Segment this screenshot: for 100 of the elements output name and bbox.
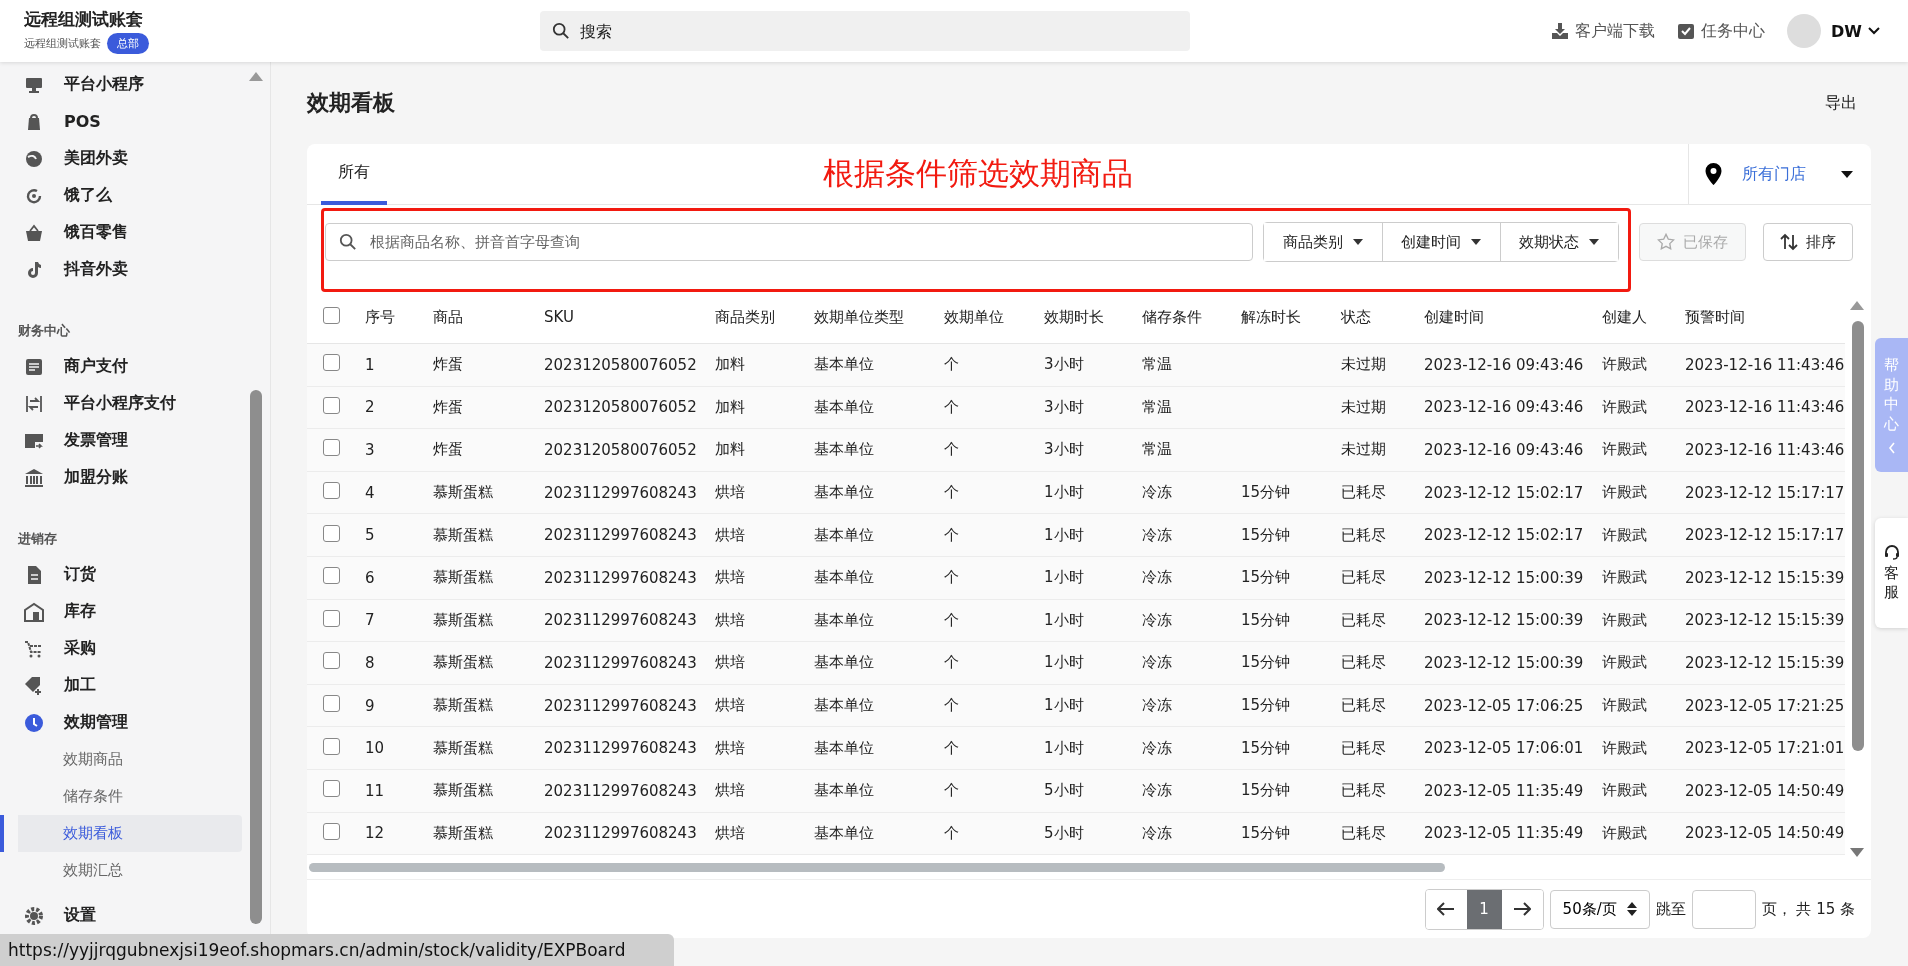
checkbox[interactable] bbox=[323, 354, 340, 372]
checkbox[interactable] bbox=[323, 567, 340, 585]
checkbox[interactable] bbox=[323, 652, 340, 670]
table-cell-text: 许殿武 bbox=[1602, 397, 1648, 417]
table-cell-text: 15分钟 bbox=[1241, 696, 1292, 716]
task-center-link[interactable]: 任务中心 bbox=[1677, 20, 1766, 42]
customer-service-tab[interactable]: 客服 bbox=[1875, 518, 1908, 628]
checkbox[interactable] bbox=[323, 524, 340, 542]
checklist-icon bbox=[1677, 22, 1696, 40]
page-size-select[interactable]: 50条/页 bbox=[1549, 889, 1650, 929]
tag-icon bbox=[24, 675, 44, 696]
table-cell-text: 11 bbox=[365, 781, 386, 800]
table-cell-text: 冷冻 bbox=[1142, 823, 1173, 843]
product-search-field[interactable]: 根据商品名称、拼音首字母查询 bbox=[325, 223, 1253, 261]
table-cell-text: 个 bbox=[944, 781, 960, 801]
sidebar-item[interactable]: 加盟分账 bbox=[18, 459, 250, 496]
sidebar-subitem[interactable]: 效期看板 bbox=[0, 815, 242, 852]
table-cell-text: 未过期 bbox=[1341, 440, 1387, 460]
sidebar-item[interactable]: 效期管理 bbox=[18, 704, 250, 741]
table-cell-text: 烘培 bbox=[715, 568, 746, 588]
export-link[interactable]: 导出 bbox=[1825, 92, 1857, 114]
table-cell-text: 基本单位 bbox=[814, 653, 875, 673]
checkbox[interactable] bbox=[323, 609, 340, 627]
column-header: 效期时长 bbox=[1044, 307, 1105, 327]
column-header: 创建人 bbox=[1602, 307, 1648, 327]
sidebar-item[interactable]: 平台小程序 bbox=[18, 66, 250, 103]
sidebar-item[interactable]: 商户支付 bbox=[18, 348, 250, 385]
table-cell: 2023-12-12 15:15:39 bbox=[1685, 653, 1845, 672]
chevron-down-icon bbox=[1868, 27, 1880, 35]
column-header: SKU bbox=[544, 308, 575, 326]
sidebar-subitem[interactable]: 效期商品 bbox=[0, 741, 242, 778]
table-cell: 2023-12-05 14:50:49 bbox=[1685, 824, 1845, 843]
table-cell-text: 个 bbox=[944, 483, 960, 503]
sidebar-item[interactable]: 加工 bbox=[18, 667, 250, 704]
tab[interactable]: 所有 bbox=[321, 144, 387, 205]
sidebar-item[interactable]: 采购 bbox=[18, 630, 250, 667]
table-cell-text: 慕斯蛋糕 bbox=[433, 568, 494, 588]
table-cell-text: 冷冻 bbox=[1142, 525, 1173, 545]
sidebar-item[interactable]: 抖音外卖 bbox=[18, 251, 250, 288]
table-cell-text: 许殿武 bbox=[1602, 781, 1648, 801]
page-button[interactable]: 1 bbox=[1466, 889, 1502, 929]
table-cell-text: 2023-12-16 09:43:46 bbox=[1424, 355, 1585, 374]
sidebar-item[interactable]: 美团外卖 bbox=[18, 140, 250, 177]
column-header: 效期单位 bbox=[944, 307, 1005, 327]
sidebar-item[interactable]: 订货 bbox=[18, 556, 250, 593]
checkbox[interactable] bbox=[323, 396, 340, 414]
annotation-text: 根据条件筛选效期商品 bbox=[821, 154, 1134, 193]
table-cell-text: 1小时 bbox=[1044, 610, 1085, 630]
store-selector[interactable]: 所有门店 bbox=[1688, 144, 1871, 204]
table-cell-text: 许殿武 bbox=[1602, 483, 1648, 503]
table-cell-text: 常温 bbox=[1142, 355, 1173, 375]
checkbox[interactable] bbox=[323, 439, 340, 457]
checkbox[interactable] bbox=[323, 482, 340, 500]
table-cell-text: 已耗尽 bbox=[1341, 781, 1387, 801]
sort-button[interactable]: 排序 bbox=[1763, 223, 1853, 261]
table-cell-text: 3小时 bbox=[1044, 355, 1085, 375]
table-cell-text: 基本单位 bbox=[814, 440, 875, 460]
table-cell-text: 2023-12-12 15:00:39 bbox=[1424, 611, 1585, 630]
page-input[interactable] bbox=[1691, 889, 1756, 929]
table-cell-text: 基本单位 bbox=[814, 525, 875, 545]
checkbox[interactable] bbox=[323, 780, 340, 798]
checkbox[interactable] bbox=[323, 306, 340, 324]
table-cell-text: 2023112997608243 bbox=[544, 653, 698, 672]
table-cell: 2023-12-05 17:21:01 bbox=[1685, 739, 1845, 758]
table-cell-text: 2023112997608243 bbox=[544, 526, 698, 545]
table-cell-text: 2023-12-12 15:02:17 bbox=[1424, 483, 1585, 502]
table-cell-text: 1小时 bbox=[1044, 653, 1085, 673]
table-cell-text: 烘培 bbox=[715, 483, 746, 503]
table-cell: 2023-12-12 15:17:17 bbox=[1685, 483, 1845, 502]
sidebar-item[interactable]: 设置 bbox=[18, 897, 250, 934]
table-cell-text: 3小时 bbox=[1044, 440, 1085, 460]
table-cell-text: 15分钟 bbox=[1241, 525, 1292, 545]
checkbox[interactable] bbox=[323, 695, 340, 713]
table-cell-text: 慕斯蛋糕 bbox=[433, 483, 494, 503]
user-menu[interactable]: DW bbox=[1831, 21, 1880, 41]
filter-dropdown[interactable]: 效期状态 bbox=[1499, 223, 1618, 261]
sidebar-item[interactable]: 饿百零售 bbox=[18, 214, 250, 251]
table-cell-text: 慕斯蛋糕 bbox=[433, 781, 494, 801]
checkbox[interactable] bbox=[323, 737, 340, 755]
sidebar-item[interactable]: 平台小程序支付 bbox=[18, 385, 250, 422]
table-cell-text: 慕斯蛋糕 bbox=[433, 525, 494, 545]
sidebar-item[interactable]: 库存 bbox=[18, 593, 250, 630]
sidebar-item[interactable]: 发票管理 bbox=[18, 422, 250, 459]
table-cell-text: 许殿武 bbox=[1602, 696, 1648, 716]
checkbox[interactable] bbox=[323, 822, 340, 840]
search-field[interactable]: 搜索 bbox=[540, 11, 1190, 51]
headset-icon bbox=[1883, 543, 1900, 560]
sidebar-subitem[interactable]: 效期汇总 bbox=[0, 852, 242, 889]
table-cell-text: 2023112997608243 bbox=[544, 483, 698, 502]
download-link[interactable]: 客户端下载 bbox=[1551, 20, 1656, 42]
sidebar-item[interactable]: POS bbox=[18, 103, 250, 140]
status-bar-url: https://yyjjrqgubnexjsi19eof.shopmars.cn/admin/stock/validity/EXPBoard bbox=[0, 934, 674, 966]
table-cell-text: 常温 bbox=[1142, 397, 1173, 417]
table-cell-text: 许殿武 bbox=[1602, 355, 1648, 375]
sort-caret-icon bbox=[1626, 902, 1637, 916]
table-cell-text: 已耗尽 bbox=[1341, 483, 1387, 503]
sidebar-item[interactable]: 饿了么 bbox=[18, 177, 250, 214]
column-header: 创建时间 bbox=[1424, 307, 1485, 327]
table-cell-text: 冷冻 bbox=[1142, 781, 1173, 801]
sidebar-subitem[interactable]: 储存条件 bbox=[0, 778, 242, 815]
